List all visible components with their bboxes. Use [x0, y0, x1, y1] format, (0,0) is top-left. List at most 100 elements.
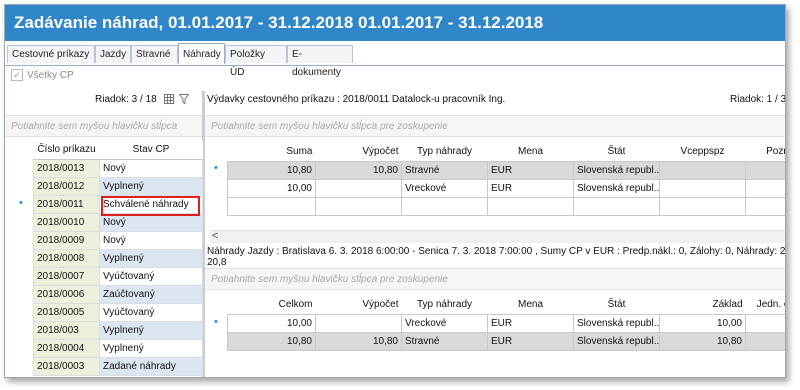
- col-header-typ-2[interactable]: Typ náhrady: [401, 296, 488, 315]
- col-header-celkom[interactable]: Celkom: [227, 296, 316, 315]
- table-row[interactable]: 2018/0007 Vyúčtovaný: [33, 267, 203, 286]
- cell-cislo: 2018/0008: [33, 249, 100, 268]
- window: Zadávanie náhrad, 01.01.2017 - 31.12.201…: [4, 4, 786, 378]
- cell-mena: EUR: [487, 160, 574, 180]
- cell-typ: Vreckové: [401, 313, 488, 333]
- table-row[interactable]: 2018/0004 Vyplnený: [33, 339, 203, 358]
- cell-cislo: 2018/0004: [33, 339, 100, 358]
- cell-vcep: [659, 160, 746, 180]
- cell-vypocet: [315, 178, 402, 198]
- cell-typ: Vreckové: [401, 178, 488, 198]
- cell-stav: Zadané náhrady: [99, 357, 203, 376]
- expenses-title: Výdavky cestovného príkazu : 2018/0011 D…: [207, 94, 506, 105]
- right-row-counter: Riadok: 1 / 3: [730, 94, 786, 105]
- filter-icon[interactable]: [179, 94, 190, 105]
- table-row[interactable]: 2018/0012 Vyplnený: [33, 177, 203, 196]
- tab-polozky-ud[interactable]: Položky ÚD: [225, 45, 287, 78]
- window-title: Zadávanie náhrad, 01.01.2017 - 31.12.201…: [5, 5, 785, 41]
- col-header-jedn[interactable]: Jedn. ce: [745, 296, 785, 315]
- cell-typ: Stravné: [401, 331, 488, 351]
- col-header-vypocet[interactable]: Výpočet: [315, 143, 402, 162]
- cell-vypocet: [315, 313, 402, 333]
- table-row[interactable]: 2018/0005 Vyúčtovaný: [33, 303, 203, 322]
- table-row-empty[interactable]: [227, 196, 785, 216]
- cell-vypocet: 10,80: [315, 331, 402, 351]
- tab-nahrady[interactable]: Náhrady: [178, 43, 225, 64]
- horizontal-scrollbar[interactable]: <: [210, 230, 785, 243]
- table-row[interactable]: 2018/0008 Vyplnený: [33, 249, 203, 268]
- table-row[interactable]: 2018/0003 Zadané náhrady: [33, 357, 203, 376]
- cell-empty: [745, 196, 785, 216]
- tab-stravne[interactable]: Stravné: [131, 45, 178, 63]
- expenses-row-indicator: •: [214, 162, 218, 174]
- cell-stav: Vyplnený: [99, 339, 203, 358]
- table-row[interactable]: 10,00 Vreckové EUR Slovenská republ..: [227, 178, 785, 198]
- cell-empty: [315, 196, 402, 216]
- table-row[interactable]: 2018/0006 Zaúčtovaný: [33, 285, 203, 304]
- cell-suma: 10,80: [227, 160, 316, 180]
- cell-stav: Vyplnený: [99, 321, 203, 340]
- cell-empty: [659, 196, 746, 216]
- all-cp-label: Všetky CP: [27, 70, 74, 81]
- cell-stat: Slovenská republ..: [573, 331, 660, 351]
- col-header-suma[interactable]: Suma: [227, 143, 316, 162]
- cell-empty: [487, 196, 574, 216]
- col-header-cislo[interactable]: Číslo príkazu: [33, 141, 100, 160]
- grid-icon[interactable]: [163, 94, 174, 105]
- cell-cislo: 2018/0006: [33, 285, 100, 304]
- travel-orders-panel: Riadok: 3 / 18 Potiahnite sem myšou hlav…: [5, 91, 205, 377]
- cell-stav: Vyplnený: [99, 249, 203, 268]
- travel-orders-table: Číslo príkazu Stav CP 2018/0013 Nový 2018…: [33, 141, 203, 376]
- cell-cislo: 2018/003: [33, 321, 100, 340]
- cell-stav: Vyúčtovaný: [99, 303, 203, 322]
- col-header-vceppspz[interactable]: Vceppspz: [659, 143, 746, 162]
- col-header-zaklad[interactable]: Základ: [659, 296, 746, 315]
- table-row[interactable]: 10,80 10,80 Stravné EUR Slovenská republ…: [227, 331, 785, 351]
- cell-vypocet: 10,80: [315, 160, 402, 180]
- cell-stav: Vyúčtovaný: [99, 267, 203, 286]
- table-row[interactable]: 2018/003 Vyplnený: [33, 321, 203, 340]
- table-row[interactable]: 10,80 10,80 Stravné EUR Slovenská republ…: [227, 160, 785, 180]
- cell-pozn: [745, 160, 785, 180]
- cell-mena: EUR: [487, 331, 574, 351]
- left-row-counter-row: Riadok: 3 / 18: [95, 91, 200, 109]
- selected-row-indicator: •: [19, 197, 23, 209]
- cell-suma: 10,00: [227, 178, 316, 198]
- cell-cislo: 2018/0007: [33, 267, 100, 286]
- allowances-row-indicator: •: [214, 316, 218, 328]
- cell-empty: [573, 196, 660, 216]
- cell-zaklad: 10,80: [659, 331, 746, 351]
- allowances-info-line-1: Náhrady Jazdy : Bratislava 6. 3. 2018 6:…: [207, 246, 785, 257]
- cell-stav: Nový: [99, 231, 203, 250]
- all-cp-row: ✓ Všetky CP: [11, 67, 74, 85]
- right-group-hint[interactable]: Potiahnite sem myšou hlavičku stĺpca pre…: [205, 115, 785, 137]
- cell-jedn: [745, 331, 785, 351]
- left-group-hint[interactable]: Potiahnite sem myšou hlavičku stĺpca: [5, 115, 202, 137]
- table-row[interactable]: 2018/0009 Nový: [33, 231, 203, 250]
- col-header-stat[interactable]: Štát: [573, 143, 660, 162]
- col-header-mena-2[interactable]: Mena: [487, 296, 574, 315]
- allowances-info: Náhrady Jazdy : Bratislava 6. 3. 2018 6:…: [207, 246, 785, 268]
- tab-jazdy[interactable]: Jazdy: [95, 45, 131, 63]
- cell-cislo: 2018/0003: [33, 357, 100, 376]
- col-header-stat-2[interactable]: Štát: [573, 296, 660, 315]
- cell-stat: Slovenská republ..: [573, 178, 660, 198]
- cell-jedn: [745, 313, 785, 333]
- cell-empty: [227, 196, 316, 216]
- col-header-stav[interactable]: Stav CP: [99, 141, 203, 160]
- cell-stav: Zaúčtovaný: [99, 285, 203, 304]
- cell-cislo: 2018/0013: [33, 159, 100, 178]
- col-header-vypocet-2[interactable]: Výpočet: [315, 296, 402, 315]
- scroll-left-icon[interactable]: <: [212, 230, 218, 242]
- cell-empty: [401, 196, 488, 216]
- col-header-mena[interactable]: Mena: [487, 143, 574, 162]
- highlight-box: [101, 196, 200, 216]
- table-row[interactable]: 2018/0013 Nový: [33, 159, 203, 178]
- tab-cestovne-prikazy[interactable]: Cestovné príkazy: [7, 45, 95, 63]
- col-header-typ[interactable]: Typ náhrady: [401, 143, 488, 162]
- right-group-hint-2[interactable]: Potiahnite sem myšou hlavičku stĺpca pre…: [205, 268, 785, 290]
- col-header-pozn[interactable]: Pozná: [745, 143, 785, 162]
- tab-e-dokumenty[interactable]: E-dokumenty: [287, 45, 353, 78]
- table-row[interactable]: 10,00 Vreckové EUR Slovenská republ.. 10…: [227, 313, 785, 333]
- all-cp-checkbox[interactable]: ✓: [11, 69, 23, 82]
